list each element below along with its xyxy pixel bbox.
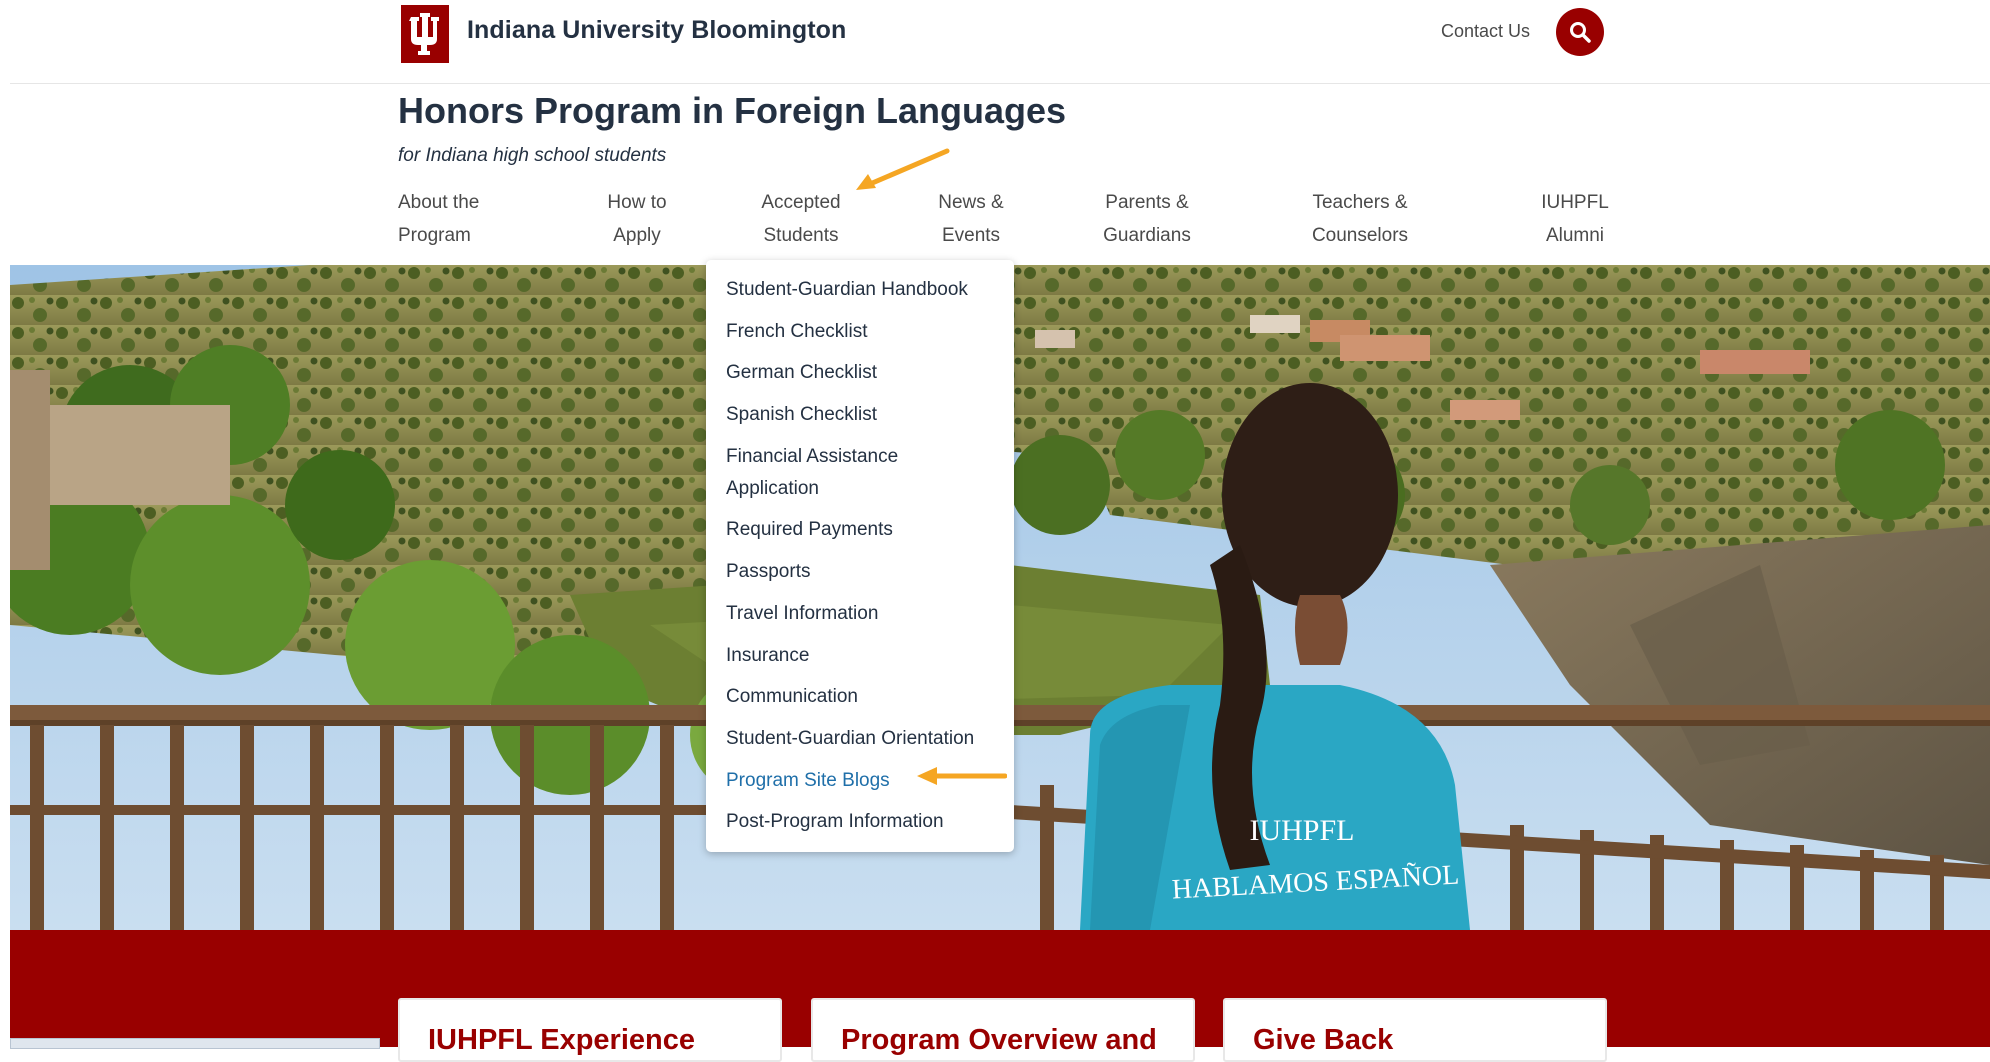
card-title: Program Overview and — [841, 1024, 1157, 1056]
dropdown-item-financial-assistance-application[interactable]: Application — [726, 473, 819, 505]
site-title[interactable]: Honors Program in Foreign Languages — [398, 90, 1066, 132]
nav-label-line1: How to — [607, 192, 667, 213]
nav-label-line1: Teachers & — [1312, 192, 1408, 213]
nav-label-line2: Guardians — [1103, 225, 1191, 246]
annotation-arrow-icon — [917, 767, 1007, 785]
site-subtitle: for Indiana high school students — [398, 145, 667, 166]
shirt-text-line1: IUHPFL — [1249, 814, 1354, 847]
nav-label-line2: Alumni — [1545, 225, 1605, 246]
card-give-back[interactable]: Give Back — [1223, 998, 1607, 1062]
annotation-arrow-icon — [856, 148, 950, 190]
dropdown-item-travel-information[interactable]: Travel Information — [726, 598, 878, 630]
dropdown-item-insurance[interactable]: Insurance — [726, 640, 809, 672]
nav-accepted-students[interactable]: Accepted Students — [754, 186, 848, 252]
nav-parents-guardians[interactable]: Parents & Guardians — [1098, 186, 1196, 252]
dropdown-item-student-guardian-handbook[interactable]: Student-Guardian Handbook — [726, 274, 968, 306]
nav-label-line2: Students — [763, 225, 839, 246]
card-title: IUHPFL Experience — [428, 1024, 696, 1056]
dropdown-item-french-checklist[interactable]: French Checklist — [726, 316, 868, 348]
nav-label-line1: Accepted — [761, 192, 841, 213]
nav-label-line1: IUHPFL — [1541, 192, 1609, 213]
dropdown-item-communication[interactable]: Communication — [726, 681, 858, 713]
search-button[interactable] — [1556, 8, 1604, 56]
nav-label-line1: About the — [398, 192, 480, 213]
nav-teachers-counselors[interactable]: Teachers & Counselors — [1306, 186, 1414, 252]
top-header-bar — [10, 0, 1990, 84]
dropdown-item-required-payments[interactable]: Required Payments — [726, 514, 893, 546]
card-title: Give Back — [1253, 1024, 1394, 1056]
nav-how-to-apply[interactable]: How to Apply — [600, 186, 674, 252]
nav-news-events[interactable]: News & Events — [930, 186, 1012, 252]
nav-label-line2: Counselors — [1311, 225, 1409, 246]
dropdown-item-spanish-checklist[interactable]: Spanish Checklist — [726, 399, 877, 431]
dropdown-item-passports[interactable]: Passports — [726, 556, 810, 588]
university-name[interactable]: Indiana University Bloomington — [467, 16, 846, 45]
nav-label-line1: Parents & — [1105, 192, 1189, 213]
nav-label-line2: Apply — [613, 225, 661, 246]
dropdown-item-german-checklist[interactable]: German Checklist — [726, 357, 877, 389]
browser-status-bar — [10, 1038, 380, 1049]
contact-us-link[interactable]: Contact Us — [1441, 21, 1530, 42]
nav-iuhpfl-alumni[interactable]: IUHPFL Alumni — [1535, 186, 1615, 252]
dropdown-item-financial-assistance[interactable]: Financial Assistance — [726, 441, 898, 473]
nav-about-program[interactable]: About the Program — [398, 186, 479, 252]
dropdown-item-post-program-information[interactable]: Post-Program Information — [726, 806, 944, 838]
card-iuhpfl-experience[interactable]: IUHPFL Experience — [398, 998, 782, 1062]
search-icon — [1570, 22, 1591, 43]
card-program-overview[interactable]: Program Overview and — [811, 998, 1195, 1062]
iu-trident-logo[interactable] — [401, 5, 449, 63]
nav-label-line2: Program — [398, 225, 471, 246]
nav-label-line2: Events — [941, 225, 1001, 246]
dropdown-item-program-site-blogs[interactable]: Program Site Blogs — [726, 765, 890, 797]
dropdown-item-student-guardian-orientation[interactable]: Student-Guardian Orientation — [726, 723, 974, 755]
